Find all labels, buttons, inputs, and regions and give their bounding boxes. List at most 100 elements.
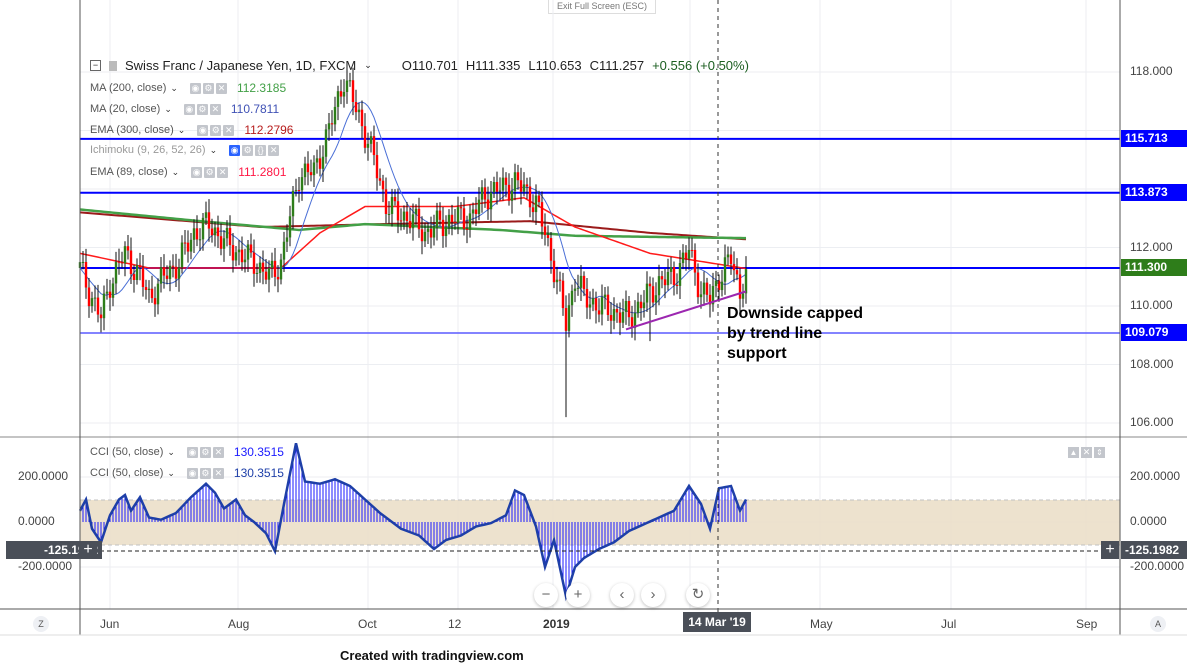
candle-body — [171, 265, 175, 267]
candle-body — [519, 180, 523, 192]
candle-body — [585, 288, 589, 308]
candle-body — [621, 311, 625, 323]
candle-body — [372, 136, 376, 156]
indicator-legend[interactable]: MA (20, close) ⌄ ◉ ⚙ ✕ 110.7811 — [90, 102, 279, 116]
candle-body — [201, 217, 205, 240]
symbol-title[interactable]: Swiss Franc / Japanese Yen, 1D, FXCM — [125, 58, 356, 73]
candle-body — [735, 270, 739, 275]
indicator-label[interactable]: EMA (89, close) — [90, 166, 168, 178]
chevron-down-icon[interactable]: ⌄ — [172, 167, 180, 178]
candle-body — [480, 187, 484, 200]
scroll-left-button[interactable]: ‹ — [610, 583, 634, 607]
candle-body — [123, 246, 127, 264]
flag-icon — [109, 60, 117, 71]
cci-label[interactable]: CCI (50, close) — [90, 446, 163, 458]
cci-legend[interactable]: CCI (50, close) ⌄ ◉ ⚙ ✕ 130.3515 — [90, 445, 284, 459]
time-axis-label: Jun — [100, 617, 120, 631]
indicator-legend[interactable]: Ichimoku (9, 26, 52, 26) ⌄ ◉ ⚙{} ✕ — [90, 144, 289, 156]
visibility-icon[interactable]: ◉ — [191, 166, 203, 178]
candle-body — [105, 291, 109, 294]
settings-icon[interactable]: ⚙ — [199, 446, 211, 458]
indicator-legend[interactable]: EMA (300, close) ⌄ ◉ ⚙ ✕ 112.2796 — [90, 123, 293, 137]
scroll-right-button[interactable]: › — [641, 583, 665, 607]
crosshair-plus-icon[interactable]: + — [79, 541, 97, 559]
chevron-down-icon[interactable]: ⌄ — [164, 104, 172, 115]
candle-body — [726, 254, 730, 258]
remove-icon[interactable]: ✕ — [215, 82, 227, 94]
remove-icon[interactable]: ✕ — [209, 103, 221, 115]
candle-body — [459, 207, 463, 209]
remove-icon[interactable]: ✕ — [268, 144, 280, 156]
candle-body — [657, 276, 661, 296]
candle-body — [681, 252, 685, 264]
resize-pane-icon[interactable]: ⇕ — [1094, 447, 1105, 458]
candle-body — [240, 249, 244, 263]
reset-chart-button[interactable]: ↻ — [686, 583, 710, 607]
remove-icon[interactable]: ✕ — [212, 446, 224, 458]
candle-body — [594, 298, 598, 311]
source-code-icon[interactable]: {} — [255, 144, 267, 156]
indicator-label[interactable]: MA (20, close) — [90, 103, 160, 115]
candle-body — [582, 275, 586, 289]
candle-body — [702, 282, 706, 295]
visibility-icon[interactable]: ◉ — [189, 82, 201, 94]
settings-icon[interactable]: ⚙ — [199, 467, 211, 479]
candle-body — [126, 246, 130, 251]
remove-icon[interactable]: ✕ — [217, 166, 229, 178]
time-axis-label: May — [810, 617, 833, 631]
candle-body — [471, 209, 475, 214]
visibility-icon[interactable]: ◉ — [197, 124, 209, 136]
chevron-down-icon[interactable]: ⌄ — [167, 468, 175, 479]
candle-body — [528, 186, 532, 208]
chevron-down-icon[interactable]: ⌄ — [178, 125, 186, 136]
chart-canvas[interactable] — [0, 0, 1187, 670]
indicator-legend[interactable]: MA (200, close) ⌄ ◉ ⚙ ✕ 112.3185 — [90, 81, 286, 95]
remove-icon[interactable]: ✕ — [212, 467, 224, 479]
candle-body — [417, 208, 421, 230]
crosshair-plus-icon-right[interactable]: + — [1101, 541, 1119, 559]
candle-body — [267, 268, 271, 280]
remove-icon[interactable]: ✕ — [223, 124, 235, 136]
settings-icon[interactable]: ⚙ — [210, 124, 222, 136]
settings-icon[interactable]: ⚙ — [242, 144, 254, 156]
move-up-icon[interactable]: ▲ — [1068, 447, 1079, 458]
zoom-out-button[interactable]: − — [534, 583, 558, 607]
cci-label[interactable]: CCI (50, close) — [90, 467, 163, 479]
candle-body — [291, 190, 295, 217]
collapse-icon[interactable]: − — [90, 60, 101, 71]
settings-icon[interactable]: ⚙ — [196, 103, 208, 115]
chevron-down-icon[interactable]: ⌄ — [170, 83, 178, 94]
visibility-icon[interactable]: ◉ — [229, 144, 241, 156]
candle-body — [90, 298, 94, 307]
visibility-icon[interactable]: ◉ — [186, 467, 198, 479]
price-axis-label: 112.000 — [1130, 239, 1173, 254]
candle-body — [516, 172, 520, 181]
auto-scale-button[interactable]: A — [1150, 616, 1166, 632]
visibility-icon[interactable]: ◉ — [186, 446, 198, 458]
indicator-legend[interactable]: EMA (89, close) ⌄ ◉ ⚙ ✕ 111.2801 — [90, 165, 286, 179]
timezone-button[interactable]: Z — [33, 616, 49, 632]
candle-body — [534, 195, 538, 213]
settings-icon[interactable]: ⚙ — [202, 82, 214, 94]
candle-body — [300, 177, 304, 191]
close-pane-icon[interactable]: ✕ — [1081, 447, 1092, 458]
candle-body — [384, 189, 388, 215]
indicator-label[interactable]: Ichimoku (9, 26, 52, 26) — [90, 144, 206, 156]
candle-body — [234, 252, 238, 261]
visibility-icon[interactable]: ◉ — [183, 103, 195, 115]
candle-body — [453, 222, 457, 224]
zoom-in-button[interactable]: + — [566, 583, 590, 607]
indicator-label[interactable]: EMA (300, close) — [90, 124, 174, 136]
candle-body — [645, 283, 649, 303]
cci-legend[interactable]: CCI (50, close) ⌄ ◉ ⚙ ✕ 130.3515 — [90, 466, 284, 480]
chevron-down-icon[interactable]: ⌄ — [167, 447, 175, 458]
candle-body — [522, 184, 526, 192]
candle-body — [642, 302, 646, 309]
candle-body — [309, 172, 313, 176]
chevron-down-icon[interactable]: ⌄ — [210, 145, 218, 156]
indicator-label[interactable]: MA (200, close) — [90, 82, 166, 94]
candle-body — [486, 199, 490, 210]
price-axis-label: 118.000 — [1130, 64, 1173, 78]
settings-icon[interactable]: ⚙ — [204, 166, 216, 178]
candle-body — [720, 281, 724, 291]
